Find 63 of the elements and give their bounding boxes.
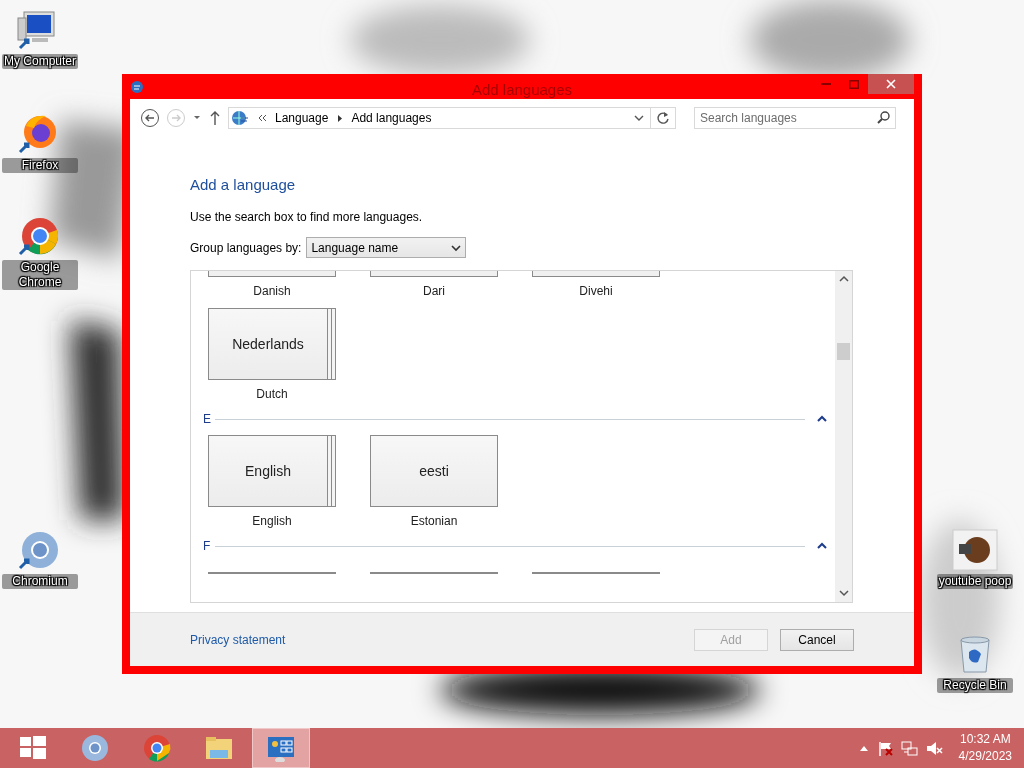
privacy-link[interactable]: Privacy statement [190,632,286,647]
language-name: Estonian [410,514,458,528]
maximize-icon [849,79,859,89]
flag-icon[interactable] [876,739,893,757]
clock[interactable]: 10:32 AM 4/29/2023 [950,731,1012,765]
chevrons-icon[interactable] [257,113,267,123]
scroll-down-icon[interactable] [838,589,849,597]
group-letter[interactable]: E [203,412,211,426]
collapse-icon[interactable] [817,415,827,423]
scroll-up-icon[interactable] [838,275,849,283]
taskbar-app[interactable] [252,728,310,768]
language-name: Divehi [579,284,613,298]
clock-date: 4/29/2023 [958,748,1012,765]
close-icon [886,79,896,89]
native-language-name: eesti [419,463,449,479]
breadcrumb-arrow-icon[interactable] [336,113,344,123]
language-icon [130,79,144,94]
group-by-dropdown[interactable]: Language name [306,237,467,258]
language-name: Danish [253,284,291,298]
cancel-button[interactable]: Cancel [780,628,854,651]
language-icon [231,110,249,126]
scrollbar[interactable] [835,271,852,602]
group-by-label: Group languages by: [190,240,302,255]
minimize-icon [821,83,831,85]
language-tile[interactable] [208,572,336,575]
language-tile[interactable] [532,572,660,575]
folder-icon [204,734,234,762]
desktop-icon-label[interactable]: youtube poop [937,574,1013,589]
refresh-icon[interactable] [656,111,670,125]
collapse-icon[interactable] [817,542,827,550]
speaker-muted-icon[interactable] [925,739,943,757]
browser-icon [142,734,172,762]
language-tile[interactable] [208,271,336,277]
language-name: Dari [423,284,445,298]
close-button[interactable] [868,74,914,94]
language-tile[interactable] [370,572,498,575]
search-icon[interactable] [877,111,890,124]
language-tile[interactable] [370,271,498,277]
group-letter[interactable]: F [203,539,211,553]
windows-logo-icon [18,734,48,762]
window-title: Add languages [471,81,573,98]
instruction-text: Use the search box to find more languages. [190,210,424,224]
native-language-name: English [245,463,291,479]
dropdown-caret-icon [451,243,462,252]
search-field[interactable]: Search languages [694,107,896,129]
video-thumbnail-icon[interactable] [951,528,999,572]
native-language-name: Nederlands [232,336,304,352]
control-panel-icon [266,734,296,762]
breadcrumb-link[interactable]: Add languages [351,111,432,125]
network-icon[interactable] [900,739,918,757]
browser-icon [80,734,110,762]
language-list[interactable]: Danish Dari Divehi Nederlands Dutch E English English eesti Estonian F [190,270,853,603]
language-tile[interactable]: eesti [370,435,498,507]
clock-time: 10:32 AM [959,731,1011,748]
address-bar[interactable]: Language Add languages [228,107,676,129]
back-icon[interactable] [140,108,160,128]
language-name: Dutch [256,387,288,401]
language-tile[interactable] [532,271,660,277]
language-name: English [252,514,292,528]
scrollbar-thumb[interactable] [837,343,850,360]
page-heading: Add a language [190,176,297,194]
breadcrumb-link[interactable]: Language [275,111,329,125]
dropdown-caret-icon[interactable] [634,113,644,123]
